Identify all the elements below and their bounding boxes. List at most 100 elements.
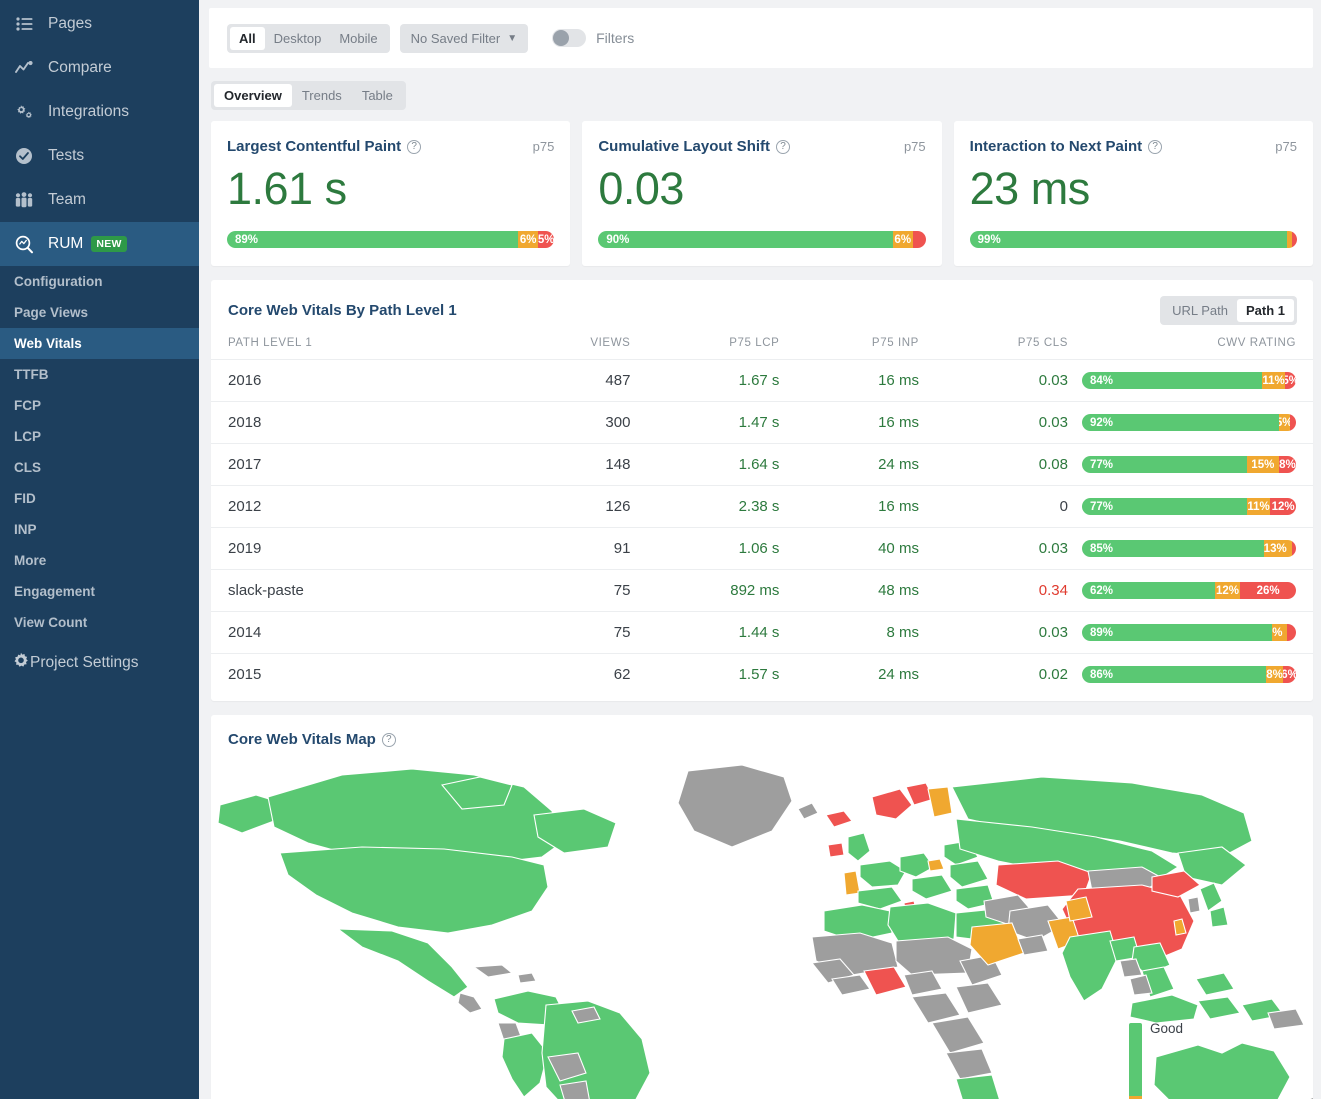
sidebar-item-web-vitals[interactable]: Web Vitals — [0, 328, 199, 359]
chevron-down-icon: ▼ — [507, 32, 518, 44]
sidebar-item-ttfb[interactable]: TTFB — [0, 359, 199, 390]
sidebar-item-rum[interactable]: RUM NEW — [0, 222, 199, 266]
cell-views: 148 — [511, 443, 631, 486]
table-header: PATH LEVEL 1 VIEWS P75 LCP P75 INP P75 C… — [211, 331, 1313, 360]
sidebar-item-fid[interactable]: FID — [0, 483, 199, 514]
integrations-icon — [12, 102, 36, 122]
sidebar-item-more[interactable]: More — [0, 545, 199, 576]
table-row[interactable]: 2014 75 1.44 s 8 ms 0.03 89% 7% — [211, 611, 1313, 654]
sidebar-item-view-count[interactable]: View Count — [0, 607, 199, 638]
sidebar-item-page-views[interactable]: Page Views — [0, 297, 199, 328]
cell-cwv-rating: 77% 11% 12% — [1068, 485, 1313, 528]
metric-card-inp: Interaction to Next Paint ? p75 23 ms 99… — [953, 121, 1313, 266]
device-option-mobile[interactable]: Mobile — [330, 27, 386, 50]
column-header-views[interactable]: VIEWS — [511, 331, 631, 360]
view-tabbar: Overview Trends Table — [211, 81, 1321, 110]
sidebar-item-cls[interactable]: CLS — [0, 452, 199, 483]
main-content: All Desktop Mobile No Saved Filter ▼ Fil… — [199, 0, 1321, 1099]
rating-bar-needs-improvement: 11% — [1246, 498, 1271, 515]
cell-p75-inp: 40 ms — [779, 527, 919, 570]
rating-bar: 90% 6% — [598, 231, 926, 248]
sidebar-sub-label: TTFB — [14, 367, 49, 382]
column-header-cwv-rating[interactable]: CWV RATING — [1068, 331, 1313, 360]
column-header-p75-inp[interactable]: P75 INP — [779, 331, 919, 360]
country-region — [911, 992, 961, 1024]
percentile-label: p75 — [532, 139, 555, 154]
sidebar-sub-label: Configuration — [14, 274, 103, 289]
cell-p75-cls: 0.03 — [918, 359, 1068, 402]
sidebar-sub-label: LCP — [14, 429, 41, 444]
rating-bar-needs-improvement: 6% — [518, 231, 538, 248]
rating-bar-good: 99% — [969, 231, 1288, 248]
cell-p75-lcp: 1.57 s — [738, 666, 780, 683]
country-region — [517, 972, 537, 984]
table-row[interactable]: slack-paste 75 892 ms 48 ms 0.34 62% 12%… — [211, 569, 1313, 612]
column-header-p75-cls[interactable]: P75 CLS — [918, 331, 1068, 360]
country-region — [457, 992, 483, 1014]
sidebar-item-tests[interactable]: Tests — [0, 134, 199, 178]
sidebar-sub-label: INP — [14, 522, 37, 537]
metric-card-lcp: Largest Contentful Paint ? p75 1.61 s 89… — [211, 121, 571, 266]
table-row[interactable]: 2019 91 1.06 s 40 ms 0.03 85% 13% — [211, 527, 1313, 570]
sidebar-item-engagement[interactable]: Engagement — [0, 576, 199, 607]
metric-card-header: Interaction to Next Paint ? p75 — [970, 138, 1297, 155]
sidebar-item-label: Integrations — [48, 103, 129, 120]
sidebar-item-configuration[interactable]: Configuration — [0, 266, 199, 297]
rating-bar-poor — [1287, 624, 1296, 641]
rating-bar-poor: 26% — [1240, 582, 1296, 599]
cell-p75-lcp: 1.44 s — [630, 611, 780, 654]
cell-cwv-rating: 62% 12% 26% — [1068, 569, 1313, 612]
rating-bar-good: 77% — [1082, 498, 1247, 515]
saved-filter-label: No Saved Filter — [410, 30, 501, 46]
sidebar-item-inp[interactable]: INP — [0, 514, 199, 545]
sidebar-item-compare[interactable]: Compare — [0, 46, 199, 90]
help-icon[interactable]: ? — [776, 139, 791, 154]
rating-bar-needs-improvement: 11% — [1261, 372, 1286, 389]
table-row[interactable]: 2017 148 1.64 s 24 ms 0.08 77% 15% 8% — [211, 443, 1313, 486]
help-icon[interactable]: ? — [1148, 139, 1163, 154]
device-segmented-control: All Desktop Mobile — [227, 23, 390, 53]
rating-bar: 62% 12% 26% — [1082, 582, 1296, 599]
tab-trends[interactable]: Trends — [292, 84, 352, 107]
country-region — [677, 764, 793, 848]
cell-views: 487 — [511, 359, 631, 402]
country-region — [895, 936, 973, 976]
rating-bar-good: 85% — [1082, 540, 1264, 557]
column-header-p75-lcp[interactable]: P75 LCP — [630, 331, 780, 360]
path-option-path-1[interactable]: Path 1 — [1236, 299, 1294, 322]
table-row[interactable]: 2015 62 1.57 s 24 ms 0.02 86% 8% 6% — [211, 654, 1313, 696]
country-region — [871, 788, 913, 820]
cell-p75-cls: 0.03 — [918, 401, 1068, 444]
tab-table[interactable]: Table — [352, 84, 403, 107]
tab-overview[interactable]: Overview — [214, 84, 292, 107]
sidebar-item-fcp[interactable]: FCP — [0, 390, 199, 421]
cell-p75-inp: 16 ms — [779, 359, 919, 402]
help-icon[interactable]: ? — [407, 139, 422, 154]
cell-p75-cls: 0.02 — [1038, 666, 1068, 683]
sidebar: Pages Compare Integrations Tests Team RU… — [0, 0, 199, 1099]
team-icon — [12, 190, 36, 210]
rating-bar: 84% 11% 5% — [1082, 372, 1296, 389]
filters-toggle[interactable] — [552, 29, 587, 47]
table-row[interactable]: 2018 300 1.47 s 16 ms 0.03 92% 5% — [211, 401, 1313, 444]
table-row[interactable]: 2016 487 1.67 s 16 ms 0.03 84% 11% 5% — [211, 359, 1313, 402]
saved-filter-dropdown[interactable]: No Saved Filter ▼ — [399, 23, 529, 53]
cell-p75-inp: 24 ms — [878, 666, 919, 683]
device-option-all[interactable]: All — [230, 26, 265, 50]
sidebar-item-team[interactable]: Team — [0, 178, 199, 222]
sidebar-item-integrations[interactable]: Integrations — [0, 90, 199, 134]
sidebar-item-lcp[interactable]: LCP — [0, 421, 199, 452]
device-option-desktop[interactable]: Desktop — [265, 27, 331, 50]
sidebar-item-pages[interactable]: Pages — [0, 2, 199, 46]
country-region — [1267, 1008, 1305, 1030]
metric-card-header: Largest Contentful Paint ? p75 — [227, 138, 554, 155]
rating-bar-poor: 5% — [1285, 372, 1296, 389]
cell-p75-inp: 8 ms — [779, 611, 919, 654]
path-option-url-path[interactable]: URL Path — [1163, 299, 1237, 322]
rating-bar-needs-improvement: 5% — [1278, 414, 1290, 431]
country-region — [1187, 896, 1201, 914]
column-header-path[interactable]: PATH LEVEL 1 — [211, 331, 512, 360]
table-row[interactable]: 2012 126 2.38 s 16 ms 0 77% 11% 12% — [211, 485, 1313, 528]
sidebar-item-project-settings[interactable]: Project Settings — [0, 641, 199, 685]
help-icon[interactable]: ? — [381, 732, 396, 747]
